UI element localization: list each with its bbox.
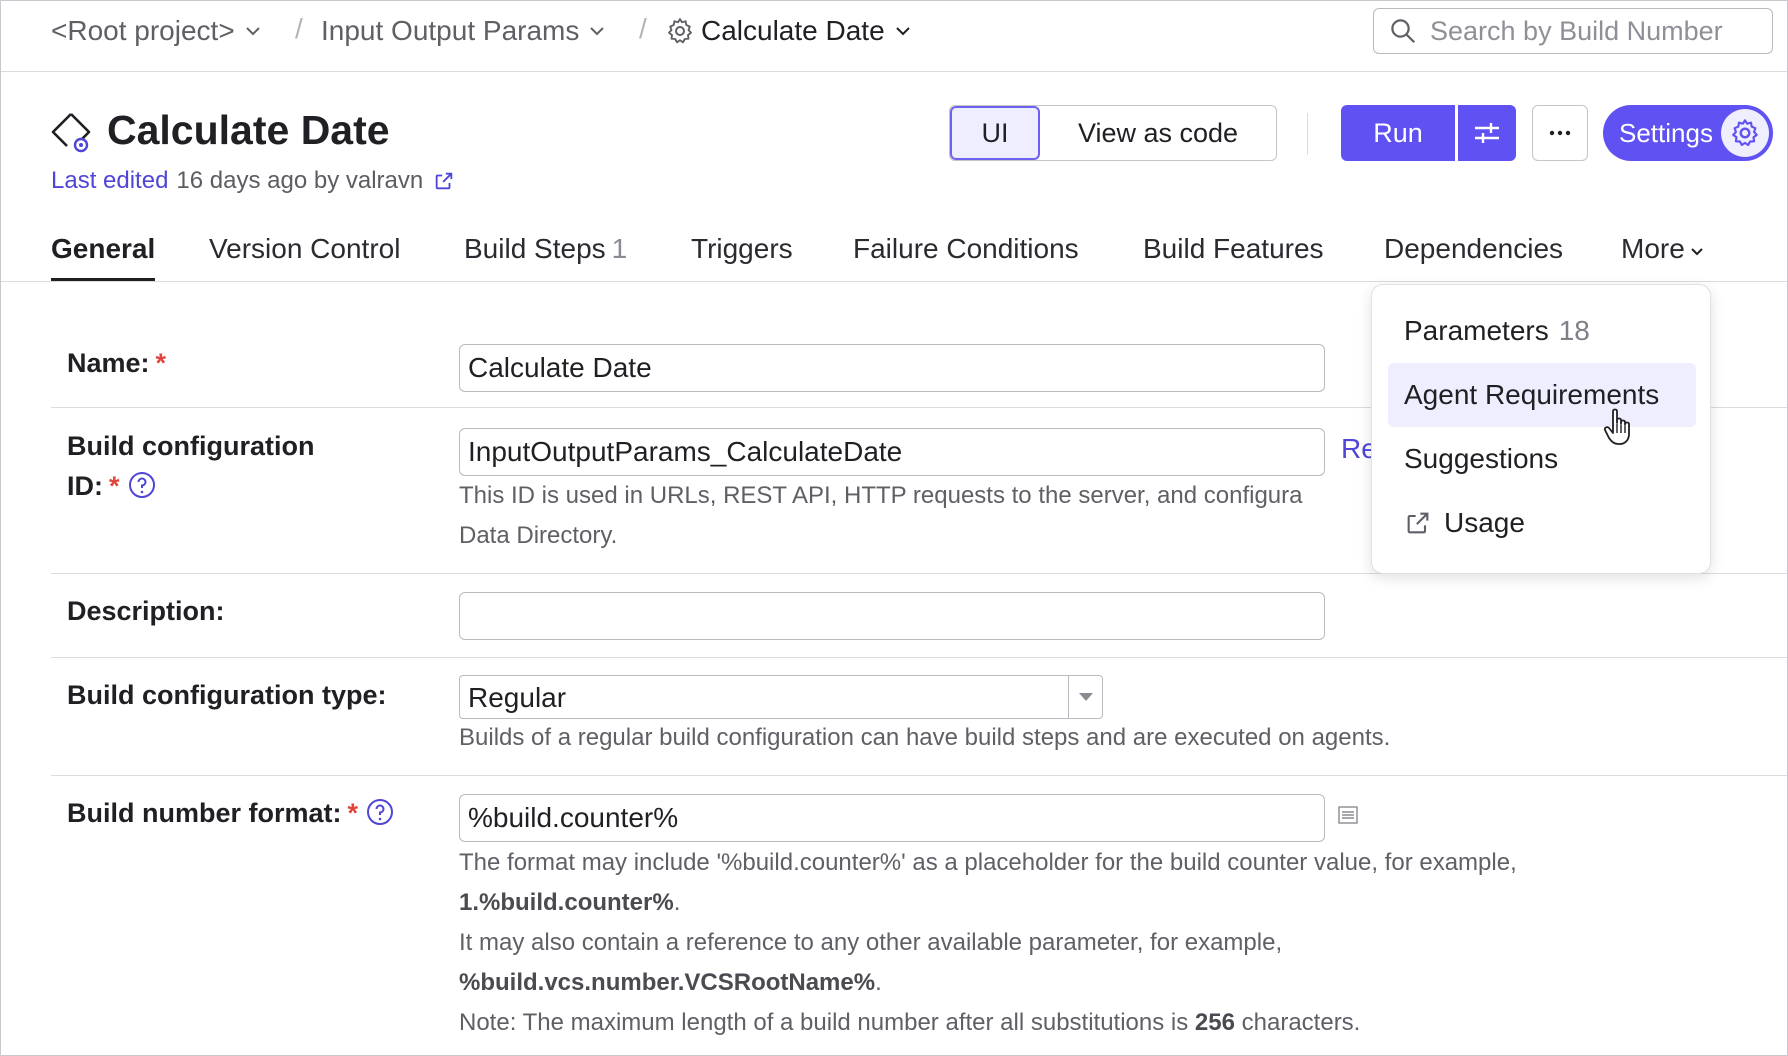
ellipsis-icon — [1546, 119, 1574, 147]
tab-label: Dependencies — [1384, 233, 1563, 264]
hand-cursor-icon — [1603, 407, 1637, 447]
dropdown-arrow-icon — [1068, 676, 1102, 718]
format-hint-line1: The format may include '%build.counter%'… — [459, 843, 1517, 883]
last-edited: Last edited 16 days ago by valravn — [51, 167, 455, 195]
format-hint-example1: 1.%build.counter%. — [459, 883, 680, 923]
breadcrumb-config-label: Calculate Date — [701, 15, 885, 47]
tab-bar: General Version Control Build Steps1 Tri… — [1, 227, 1787, 282]
config-id-hint-line2: Data Directory. — [459, 516, 617, 556]
build-number-format-field[interactable] — [459, 794, 1325, 842]
required-marker: * — [348, 798, 359, 828]
toolbar-divider — [1307, 113, 1308, 155]
ui-view-button[interactable]: UI — [950, 106, 1040, 160]
settings-button[interactable]: Settings — [1603, 105, 1773, 161]
description-label: Description: — [67, 591, 225, 631]
parameter-list-icon[interactable] — [1337, 804, 1359, 826]
tab-label: Failure Conditions — [853, 233, 1079, 264]
build-number-format-label: Build number format:* — [67, 793, 394, 833]
breadcrumb-config[interactable]: Calculate Date — [665, 13, 913, 49]
row-divider — [51, 657, 1787, 658]
breadcrumb-separator: / — [639, 13, 647, 45]
config-id-field[interactable] — [459, 428, 1325, 476]
breadcrumb-project[interactable]: Input Output Params — [321, 13, 607, 49]
more-actions-button[interactable] — [1532, 105, 1588, 161]
breadcrumb-project-label: Input Output Params — [321, 15, 579, 47]
tab-dependencies[interactable]: Dependencies — [1384, 233, 1563, 281]
tab-build-steps[interactable]: Build Steps1 — [464, 233, 627, 281]
search-icon — [1388, 16, 1418, 46]
config-type-label: Build configuration type: — [67, 675, 386, 715]
sliders-icon — [1471, 117, 1503, 149]
tab-version-control[interactable]: Version Control — [209, 233, 400, 281]
tab-label: Build Steps — [464, 233, 606, 264]
config-id-hint: This ID is used in URLs, REST API, HTTP … — [459, 476, 1302, 516]
help-icon[interactable] — [128, 471, 156, 499]
tab-label: Build Features — [1143, 233, 1324, 264]
tab-failure-conditions[interactable]: Failure Conditions — [853, 233, 1079, 281]
format-hint-example2: %build.vcs.number.VCSRootName%. — [459, 963, 882, 1003]
settings-label: Settings — [1619, 118, 1713, 149]
breadcrumb: <Root project> / Input Output Params / C… — [1, 1, 1787, 72]
external-link-icon[interactable] — [433, 170, 455, 192]
name-field[interactable] — [459, 344, 1325, 392]
build-config-icon — [49, 111, 93, 155]
name-label: Name:* — [67, 343, 166, 383]
description-field[interactable] — [459, 592, 1325, 640]
help-icon[interactable] — [366, 798, 394, 826]
menu-item-suggestions[interactable]: Suggestions — [1388, 427, 1696, 491]
last-edited-text: 16 days ago by valravn — [176, 167, 423, 195]
tab-build-features[interactable]: Build Features — [1143, 233, 1324, 281]
chevron-down-icon — [587, 21, 607, 41]
more-menu: Parameters18 Agent Requirements Suggesti… — [1371, 284, 1711, 574]
build-number-search — [1373, 8, 1773, 54]
search-input[interactable] — [1430, 16, 1760, 47]
row-divider — [51, 775, 1787, 776]
run-button[interactable]: Run — [1341, 105, 1455, 161]
breadcrumb-root-label: <Root project> — [51, 15, 235, 47]
menu-item-parameters[interactable]: Parameters18 — [1388, 299, 1696, 363]
tab-more[interactable]: More — [1621, 233, 1705, 281]
page-title: Calculate Date — [107, 107, 390, 154]
config-type-hint: Builds of a regular build configuration … — [459, 718, 1390, 758]
menu-item-agent-requirements[interactable]: Agent Requirements — [1388, 363, 1696, 427]
tab-label: Triggers — [691, 233, 793, 264]
gear-icon — [1721, 109, 1769, 157]
tab-label: Version Control — [209, 233, 400, 264]
external-link-icon — [1404, 509, 1432, 537]
run-options-button[interactable] — [1458, 105, 1516, 161]
view-mode-toggle: UI View as code — [949, 105, 1277, 161]
tab-general[interactable]: General — [51, 233, 155, 281]
menu-item-usage[interactable]: Usage — [1388, 491, 1696, 555]
gear-icon — [665, 16, 695, 46]
chevron-down-icon — [1689, 243, 1705, 259]
config-type-value: Regular — [460, 676, 1068, 718]
format-hint-line2: It may also contain a reference to any o… — [459, 923, 1282, 963]
menu-item-count: 18 — [1559, 299, 1590, 363]
breadcrumb-separator: / — [295, 13, 303, 45]
chevron-down-icon — [243, 21, 263, 41]
breadcrumb-root-project[interactable]: <Root project> — [51, 13, 263, 49]
config-type-select[interactable]: Regular — [459, 675, 1103, 719]
view-as-code-button[interactable]: View as code — [1040, 106, 1276, 160]
tab-label: General — [51, 233, 155, 264]
tab-count: 1 — [612, 233, 628, 264]
tab-label: More — [1621, 233, 1685, 264]
last-edited-link[interactable]: Last edited — [51, 167, 168, 195]
config-id-label-line2: ID:* — [67, 466, 156, 506]
config-id-label: Build configuration — [67, 426, 314, 466]
required-marker: * — [156, 348, 167, 378]
app-window: <Root project> / Input Output Params / C… — [0, 0, 1788, 1056]
format-hint-note: Note: The maximum length of a build numb… — [459, 1003, 1360, 1043]
required-marker: * — [109, 471, 120, 501]
chevron-down-icon — [893, 21, 913, 41]
tab-triggers[interactable]: Triggers — [691, 233, 793, 281]
